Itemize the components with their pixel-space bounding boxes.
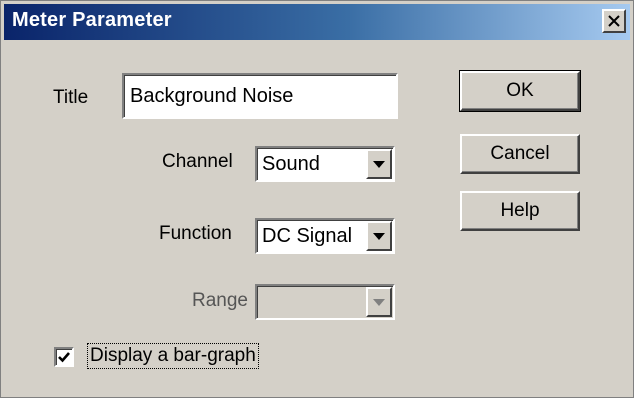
meter-parameter-dialog: Meter Parameter Title Background Noise C… <box>0 0 634 398</box>
bargraph-checkbox[interactable] <box>54 347 74 367</box>
chevron-down-icon <box>373 232 385 240</box>
function-dropdown-button[interactable] <box>366 221 392 251</box>
channel-label: Channel <box>162 151 233 172</box>
range-label: Range <box>192 290 248 311</box>
close-icon <box>608 15 620 27</box>
chevron-down-icon <box>373 160 385 168</box>
title-label: Title <box>53 87 89 108</box>
bargraph-label[interactable]: Display a bar-graph <box>87 343 259 369</box>
title-bar[interactable]: Meter Parameter <box>4 4 630 40</box>
channel-dropdown-button[interactable] <box>366 149 392 179</box>
title-input[interactable]: Background Noise <box>122 73 398 119</box>
cancel-button[interactable]: Cancel <box>460 134 580 174</box>
ok-button[interactable]: OK <box>459 70 581 112</box>
help-button[interactable]: Help <box>460 191 580 231</box>
function-value: DC Signal <box>262 225 353 247</box>
channel-value: Sound <box>262 153 320 175</box>
function-label: Function <box>159 223 232 244</box>
checkmark-icon <box>58 352 70 363</box>
channel-select[interactable]: Sound <box>255 146 395 182</box>
close-button[interactable] <box>602 9 626 33</box>
range-select[interactable] <box>255 284 395 320</box>
chevron-down-icon <box>373 298 385 306</box>
window-title: Meter Parameter <box>12 9 172 31</box>
function-select[interactable]: DC Signal <box>255 218 395 254</box>
range-dropdown-button[interactable] <box>366 287 392 317</box>
